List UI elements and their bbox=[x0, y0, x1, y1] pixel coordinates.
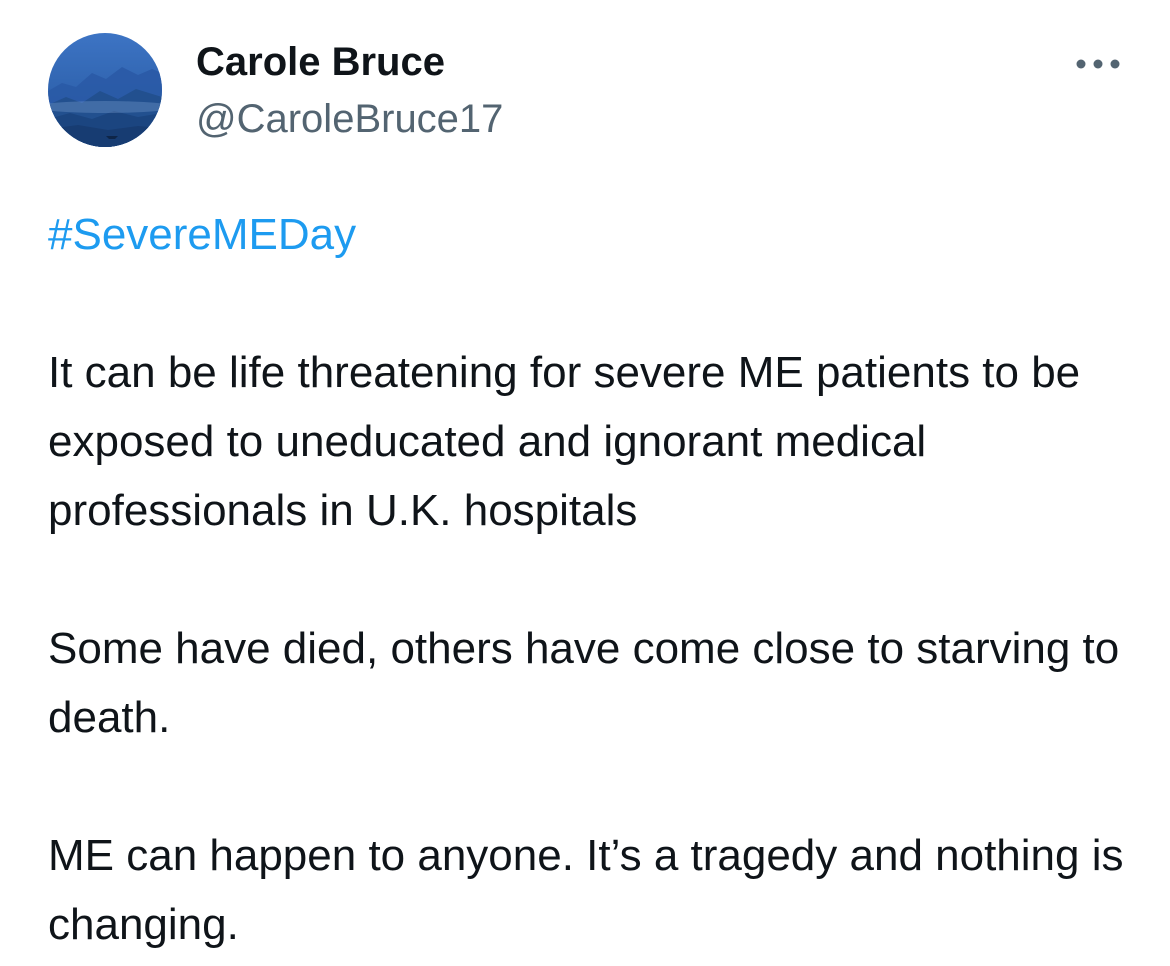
more-options-button[interactable] bbox=[1068, 44, 1128, 84]
tweet-paragraph: ME can happen to anyone. It’s a tragedy … bbox=[48, 831, 1124, 949]
author-handle[interactable]: @CaroleBruce17 bbox=[196, 95, 503, 143]
hashtag-link[interactable]: #SevereMEDay bbox=[48, 210, 356, 259]
tweet-paragraph: It can be life threatening for severe ME… bbox=[48, 348, 1081, 535]
avatar[interactable] bbox=[48, 33, 162, 147]
misty-mountains-avatar-icon bbox=[48, 33, 162, 147]
author-name[interactable]: Carole Bruce bbox=[196, 38, 445, 86]
tweet-text: #SevereMEDay It can be life threatening … bbox=[48, 200, 1138, 959]
tweet-paragraph: Some have died, others have come close t… bbox=[48, 624, 1120, 742]
more-horizontal-icon bbox=[1076, 59, 1120, 69]
tweet: Carole Bruce @CaroleBruce17 #SevereMEDay… bbox=[0, 0, 1170, 966]
hashtag-line: #SevereMEDay bbox=[48, 200, 1138, 269]
